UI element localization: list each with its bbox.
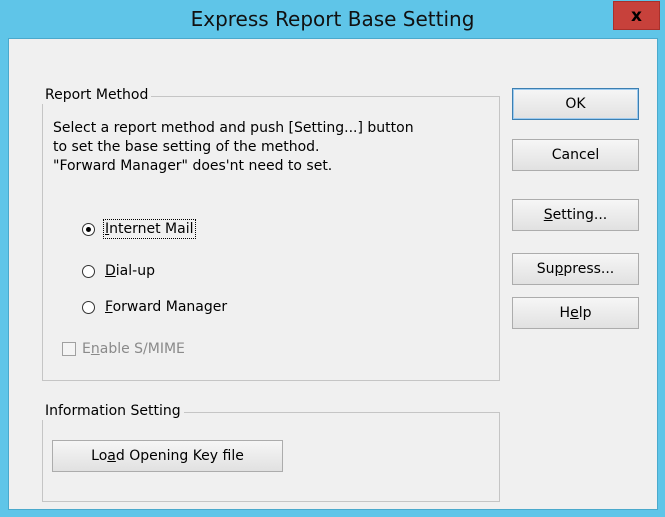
enable-smime-label: Enable S/MIME xyxy=(82,341,185,357)
dialog-window: Express Report Base Setting x Report Met… xyxy=(0,0,665,517)
radio-button-forward-manager[interactable] xyxy=(82,300,95,314)
radio-label-forward-manager: Forward Manager xyxy=(105,299,228,315)
radio-forward-manager[interactable]: Forward Manager xyxy=(82,297,227,317)
radio-button-dial-up[interactable] xyxy=(82,264,95,278)
radio-internet-mail[interactable]: Internet Mail xyxy=(82,219,196,239)
radio-button-internet-mail[interactable] xyxy=(82,222,95,236)
enable-smime-checkbox-row: Enable S/MIME xyxy=(62,339,185,359)
radio-dial-up[interactable]: Dial-up xyxy=(82,261,155,281)
close-button[interactable]: x xyxy=(613,1,660,30)
help-button[interactable]: Help xyxy=(512,297,639,329)
ok-button[interactable]: OK xyxy=(512,88,639,120)
enable-smime-checkbox xyxy=(62,342,76,356)
information-setting-legend: Information Setting xyxy=(42,402,184,420)
radio-label-dial-up: Dial-up xyxy=(105,263,155,279)
radio-label-internet-mail: Internet Mail xyxy=(103,219,196,239)
setting-button[interactable]: Setting... xyxy=(512,199,639,231)
title-bar[interactable]: Express Report Base Setting x xyxy=(0,0,665,38)
report-method-legend: Report Method xyxy=(42,86,152,104)
cancel-button[interactable]: Cancel xyxy=(512,139,639,171)
suppress-button[interactable]: Suppress... xyxy=(512,253,639,285)
report-method-description: Select a report method and push [Setting… xyxy=(53,120,414,174)
load-opening-key-file-button[interactable]: Load Opening Key file xyxy=(52,440,283,472)
dialog-client-area: Report Method Select a report method and… xyxy=(8,38,658,510)
close-icon: x xyxy=(631,5,642,26)
window-title: Express Report Base Setting xyxy=(190,7,475,31)
